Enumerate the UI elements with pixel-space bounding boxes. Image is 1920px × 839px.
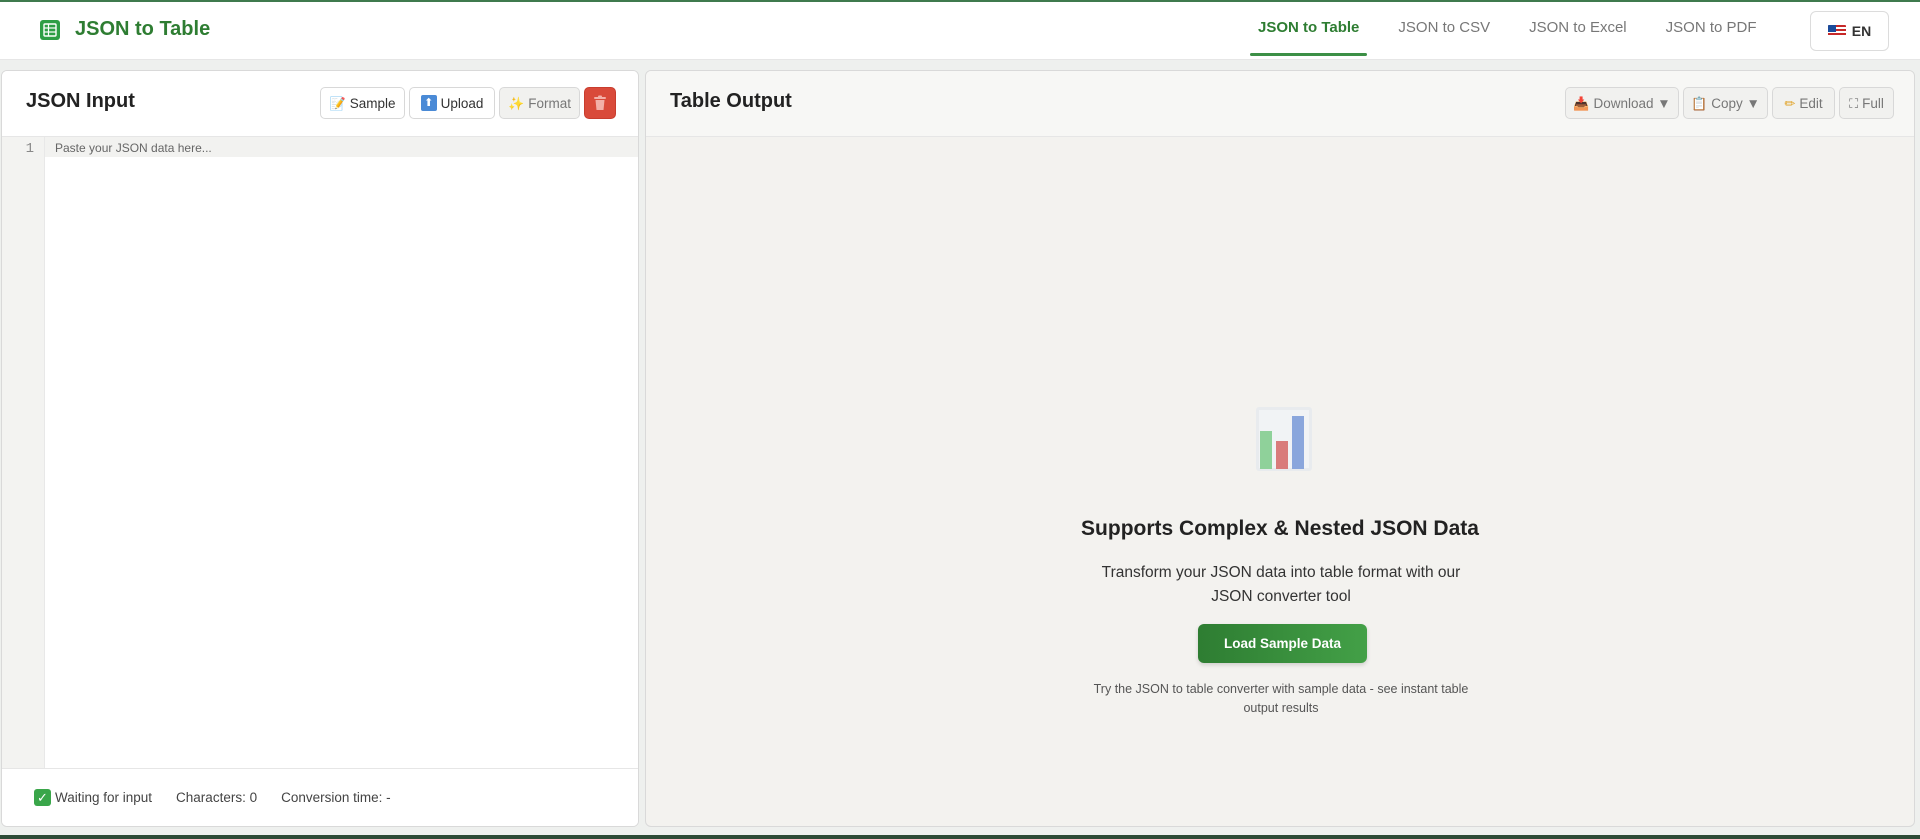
clear-button[interactable] [584, 87, 616, 119]
line-number: 1 [25, 141, 34, 157]
format-label: Format [528, 95, 571, 111]
status-state: ✓ Waiting for input [34, 789, 152, 806]
line-number-gutter: 1 [2, 137, 45, 768]
table-logo-icon [40, 19, 60, 40]
window-bottom-edge [0, 835, 1920, 839]
language-selector[interactable]: EN [1810, 11, 1889, 51]
empty-state-description: Transform your JSON data into table form… [1101, 564, 1461, 605]
sparkles-icon: ✨ [508, 95, 525, 111]
bar-chart-icon [1256, 407, 1312, 471]
status-state-label: Waiting for input [55, 790, 153, 805]
brand-title: JSON to Table [75, 18, 211, 40]
app-header: JSON to Table JSON to Table JSON to CSV … [0, 2, 1920, 60]
table-output-panel: Table Output 📥 Download ▼ 📋 Copy ▼ ✏ Edi… [645, 70, 1915, 827]
output-panel-title: Table Output [670, 90, 792, 112]
character-count: Characters: 0 [176, 790, 258, 805]
memo-icon: 📝 [329, 95, 346, 111]
upload-icon: ⬆ [420, 95, 437, 111]
clipboard-icon: 📋 [1691, 95, 1708, 111]
copy-label: Copy ▼ [1711, 95, 1760, 111]
empty-state: Supports Complex & Nested JSON Data Tran… [646, 137, 1914, 826]
brand[interactable]: JSON to Table [39, 18, 210, 41]
check-icon: ✓ [34, 789, 51, 806]
main-nav: JSON to Table JSON to CSV JSON to Excel … [1250, 2, 1788, 60]
us-flag-icon [1827, 25, 1846, 37]
workspace: JSON Input 📝 Sample ⬆ Upload ✨ Format 1 … [0, 60, 1920, 835]
input-status-bar: ✓ Waiting for input Characters: 0 Conver… [2, 768, 638, 826]
edit-label: Edit [1799, 95, 1823, 111]
empty-state-title: Supports Complex & Nested JSON Data [1081, 517, 1479, 540]
edit-button[interactable]: ✏ Edit [1772, 87, 1835, 119]
empty-state-hint: Try the JSON to table converter with sam… [1093, 682, 1469, 715]
input-panel-title: JSON Input [26, 90, 135, 112]
upload-label: Upload [440, 95, 484, 111]
language-label: EN [1851, 23, 1872, 39]
nav-json-to-csv[interactable]: JSON to CSV [1390, 2, 1498, 60]
editor-placeholder: Paste your JSON data here... [55, 141, 212, 155]
nav-json-to-pdf[interactable]: JSON to PDF [1658, 2, 1765, 60]
input-panel-header: JSON Input 📝 Sample ⬆ Upload ✨ Format [2, 71, 638, 137]
full-label: Full [1862, 95, 1884, 111]
conversion-time: Conversion time: - [281, 790, 391, 805]
sample-label: Sample [349, 95, 396, 111]
copy-button[interactable]: 📋 Copy ▼ [1683, 87, 1768, 119]
download-tray-icon: 📥 [1573, 95, 1590, 111]
nav-json-to-table[interactable]: JSON to Table [1250, 2, 1368, 60]
fullscreen-icon: ⛶ [1849, 95, 1859, 111]
trash-icon [594, 95, 606, 110]
sample-button[interactable]: 📝 Sample [320, 87, 405, 119]
nav-json-to-excel[interactable]: JSON to Excel [1521, 2, 1635, 60]
load-sample-data-button[interactable]: Load Sample Data [1198, 624, 1367, 663]
pencil-icon: ✏ [1784, 95, 1796, 111]
format-button[interactable]: ✨ Format [499, 87, 580, 119]
download-label: Download ▼ [1593, 95, 1671, 111]
json-editor[interactable]: 1 Paste your JSON data here... [2, 137, 638, 768]
json-input-panel: JSON Input 📝 Sample ⬆ Upload ✨ Format 1 … [1, 70, 639, 827]
fullscreen-button[interactable]: ⛶ Full [1839, 87, 1894, 119]
output-panel-header: Table Output 📥 Download ▼ 📋 Copy ▼ ✏ Edi… [646, 71, 1914, 137]
download-button[interactable]: 📥 Download ▼ [1565, 87, 1679, 119]
upload-button[interactable]: ⬆ Upload [409, 87, 495, 119]
